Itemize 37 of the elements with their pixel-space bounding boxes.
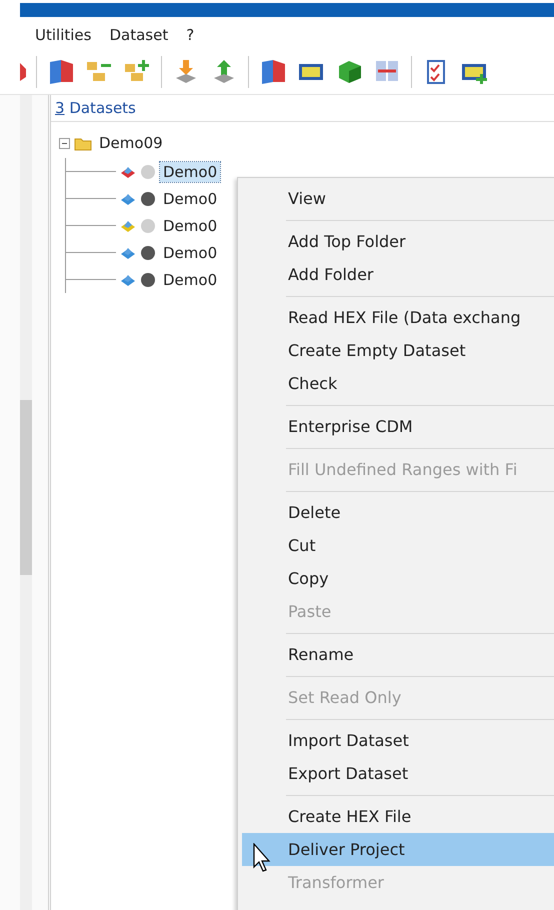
tree-item[interactable]: Demo0 [160,216,220,236]
menu-item[interactable]: Add Folder [238,258,554,291]
tree-item[interactable]: Demo0 [160,242,220,262]
menu-item[interactable]: Check [238,367,554,400]
menu-item[interactable]: Create Empty Dataset [238,334,554,367]
tree-item[interactable]: Demo09 [96,133,166,153]
menu-item[interactable]: Cut [238,529,554,562]
menu-item[interactable]: Dataset [109,26,168,44]
tree-item[interactable]: Demo0 [160,162,220,182]
menu-item[interactable]: ? [186,26,194,44]
panel-title: 3 Datasets [55,99,136,117]
menu-item[interactable]: Add Top Folder [238,225,554,258]
menu-item[interactable]: Utilities [35,26,92,44]
disc-icon [140,164,156,180]
menu-item[interactable]: Delete [238,496,554,529]
menu-item[interactable]: Create HEX File [238,800,554,833]
tree-item[interactable]: Demo0 [160,188,220,208]
menu-item[interactable]: Copy [238,562,554,595]
cursor-icon [253,843,273,873]
disc-icon [140,244,156,260]
menu-item[interactable]: Enterprise CDM [238,410,554,443]
menu-item[interactable]: Read HEX File (Data exchang [238,301,554,334]
folder-icon [74,136,92,150]
menu-item[interactable]: Deliver Project [242,833,554,866]
book-icon[interactable] [47,58,75,86]
collapse-icon[interactable] [59,138,70,148]
menu-item[interactable]: Export Dataset [238,757,554,790]
menu-item[interactable]: Rename [238,638,554,671]
disc-icon [140,218,156,234]
tree-item[interactable]: Demo0 [160,270,220,290]
disc-icon [140,272,156,288]
scrollbar-thumb[interactable] [20,400,32,575]
book-icon[interactable] [259,58,287,86]
menu-item[interactable]: Import Dataset [238,724,554,757]
scrollbar[interactable] [20,95,32,910]
disc-icon [140,190,156,206]
menu-item[interactable]: View [238,182,554,215]
